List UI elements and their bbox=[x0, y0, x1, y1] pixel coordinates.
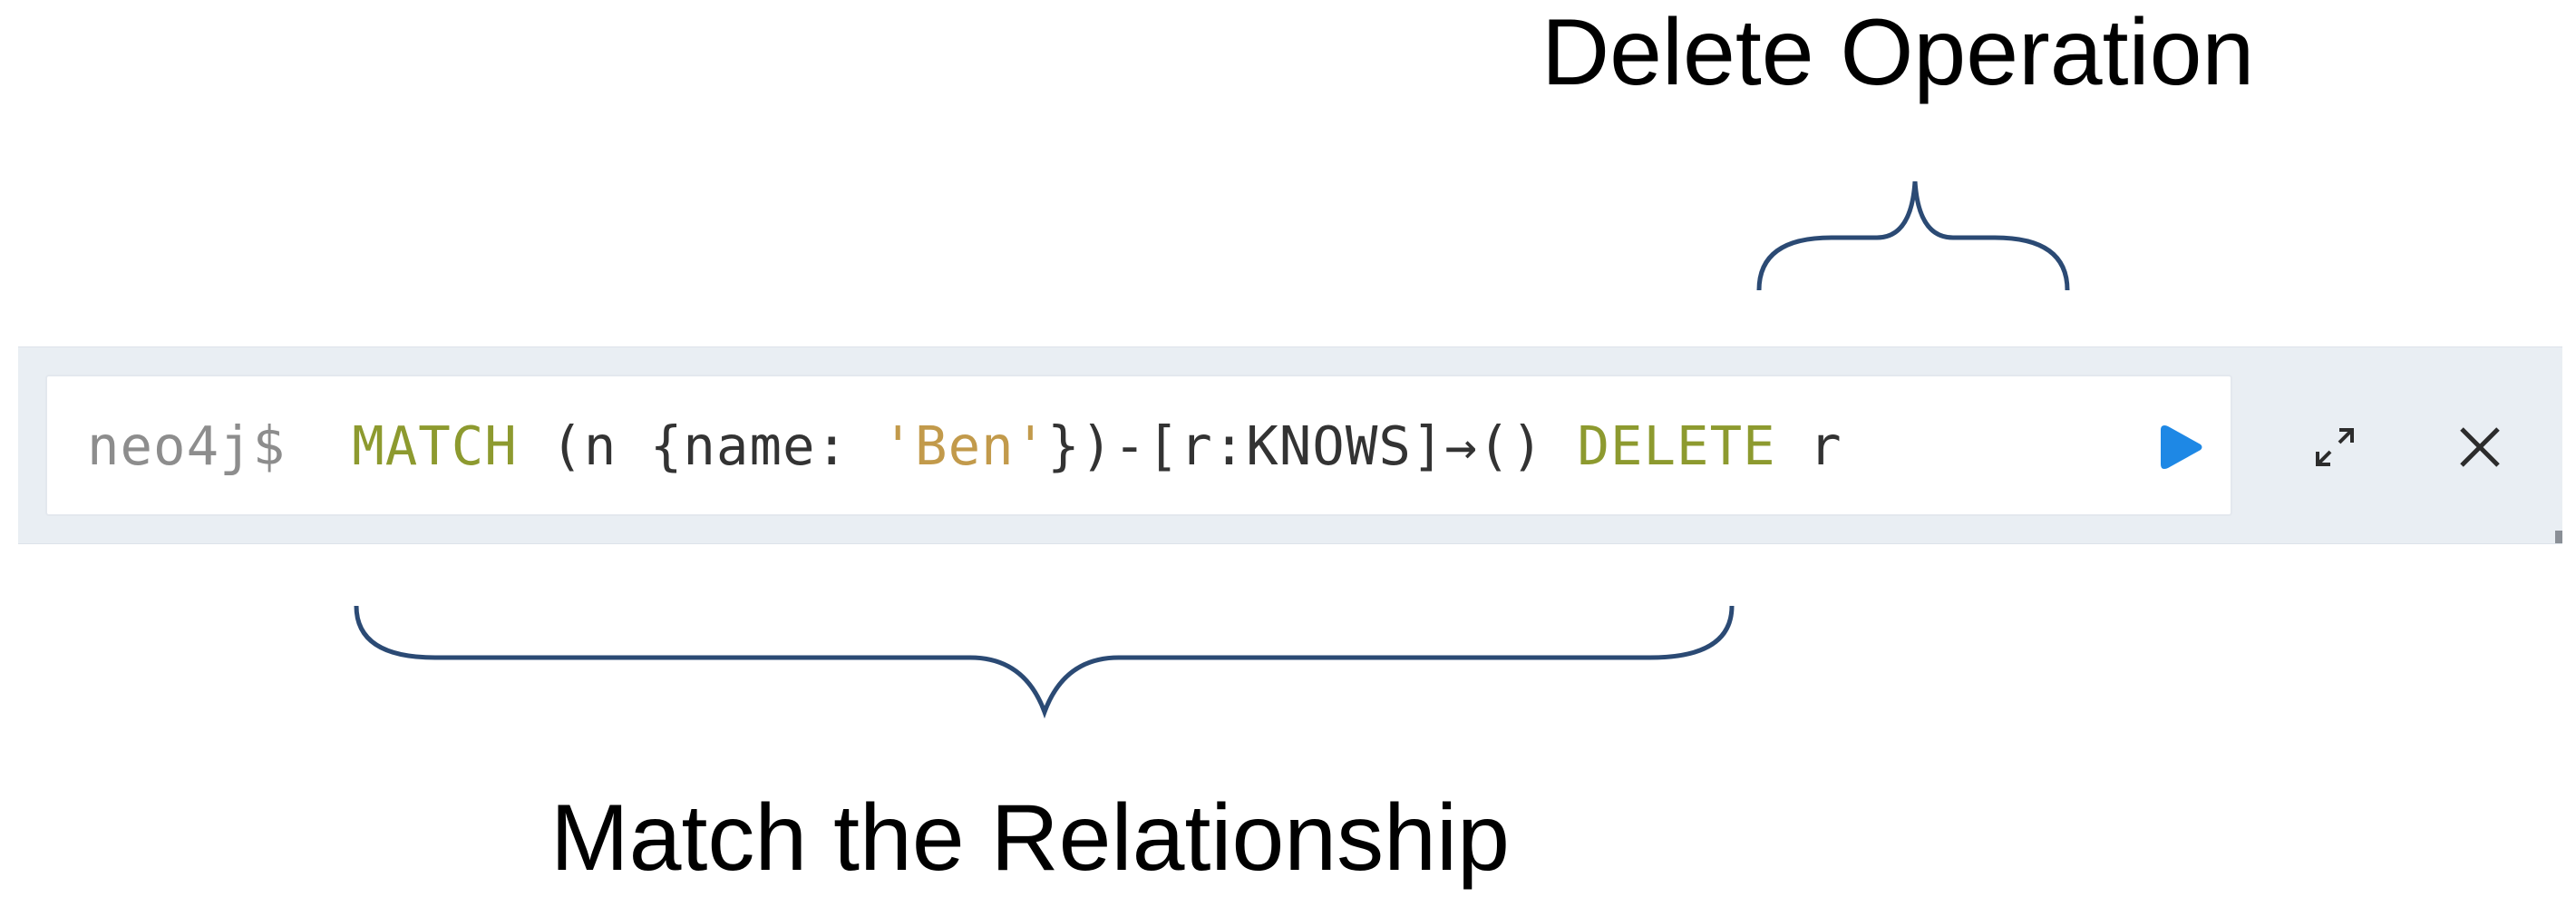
query-code-line: neo4j$ MATCH (n {name: 'Ben'})-[r:KNOWS]… bbox=[87, 376, 1842, 514]
match-relationship-label: Match the Relationship bbox=[550, 785, 1510, 891]
query-input[interactable]: neo4j$ MATCH (n {name: 'Ben'})-[r:KNOWS]… bbox=[45, 375, 2232, 516]
run-button[interactable] bbox=[2131, 397, 2231, 497]
name-string: 'Ben' bbox=[881, 414, 1048, 477]
editor-prompt: neo4j$ bbox=[87, 414, 287, 477]
match-brace bbox=[354, 605, 1735, 719]
expand-button[interactable] bbox=[2276, 397, 2394, 497]
match-keyword: MATCH bbox=[352, 414, 518, 477]
delete-operation-label: Delete Operation bbox=[1541, 0, 2255, 105]
delete-brace bbox=[1756, 180, 2070, 291]
query-editor-bar: neo4j$ MATCH (n {name: 'Ben'})-[r:KNOWS]… bbox=[18, 346, 2562, 544]
play-icon bbox=[2161, 425, 2202, 469]
resize-handle[interactable] bbox=[2555, 531, 2562, 543]
query-segment-3: r bbox=[1775, 414, 1842, 477]
query-segment-2: })-[r:KNOWS]→() bbox=[1047, 414, 1578, 477]
expand-icon bbox=[2316, 428, 2354, 466]
close-button[interactable] bbox=[2421, 397, 2539, 497]
query-segment-1: (n {name: bbox=[517, 414, 882, 477]
delete-keyword: DELETE bbox=[1577, 414, 1776, 477]
close-icon bbox=[2460, 427, 2500, 467]
